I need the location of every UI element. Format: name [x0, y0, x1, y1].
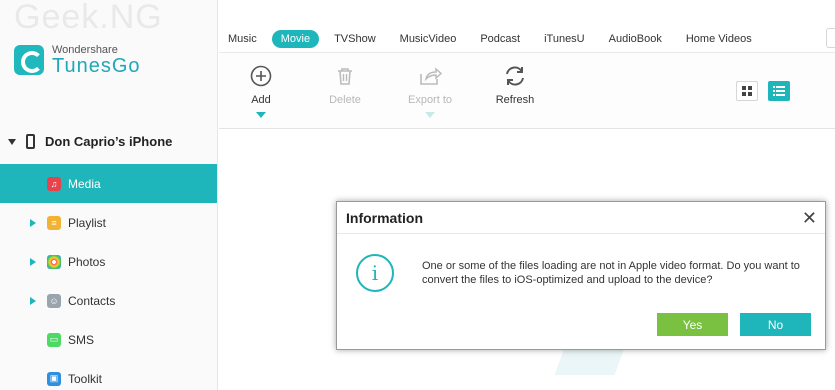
- refresh-button[interactable]: Refresh: [475, 63, 555, 106]
- tab-movie[interactable]: Movie: [271, 30, 320, 48]
- expand-arrow-icon[interactable]: [30, 257, 36, 266]
- sidebar-item-label: SMS: [68, 332, 95, 347]
- sidebar-item-label: Photos: [68, 254, 106, 269]
- photos-icon: [47, 254, 61, 269]
- sidebar-item-label: Media: [68, 176, 101, 191]
- tab-home-videos[interactable]: Home Videos: [677, 30, 761, 48]
- tab-podcast[interactable]: Podcast: [471, 30, 529, 48]
- tab-musicvideo[interactable]: MusicVideo: [391, 30, 466, 48]
- app-logo: Wondershare TunesGo: [14, 44, 141, 76]
- refresh-label: Refresh: [495, 94, 535, 106]
- close-icon[interactable]: ✕: [802, 209, 817, 227]
- add-circle-icon: [221, 63, 301, 89]
- information-dialog: Information ✕ i One or some of the files…: [336, 201, 826, 350]
- tab-tvshow[interactable]: TVShow: [325, 30, 385, 48]
- delete-button[interactable]: Delete: [305, 63, 385, 106]
- export-label: Export to: [407, 94, 453, 106]
- grid-view-button[interactable]: [736, 81, 758, 101]
- yes-button[interactable]: Yes: [657, 313, 728, 336]
- tunesgo-logo-icon: [14, 45, 44, 75]
- sidebar-nav: ♫ Media ≡ Playlist Photos ☺ Contacts ▭ S…: [0, 164, 217, 390]
- sidebar-item-label: Playlist: [68, 215, 107, 230]
- list-icon: [773, 86, 785, 96]
- sidebar-item-playlist[interactable]: ≡ Playlist: [0, 203, 217, 242]
- dialog-body: i One or some of the files loading are n…: [356, 254, 822, 292]
- device-header[interactable]: Don Caprio’s iPhone: [8, 134, 172, 149]
- phone-icon: [26, 134, 35, 149]
- sidebar-item-toolkit[interactable]: ▣ Toolkit: [0, 359, 217, 390]
- sidebar-item-sms[interactable]: ▭ SMS: [0, 320, 217, 359]
- sidebar-item-label: Contacts: [68, 293, 116, 308]
- toolkit-icon: ▣: [47, 371, 61, 386]
- playlist-icon: ≡: [47, 215, 61, 230]
- add-button[interactable]: Add: [221, 63, 301, 118]
- brand-name: TunesGo: [52, 55, 141, 77]
- music-note-icon: ♫: [47, 176, 61, 191]
- sidebar-item-label: Toolkit: [68, 371, 103, 386]
- toolbar: Add Delete Export to Refresh: [219, 53, 835, 129]
- sidebar-item-contacts[interactable]: ☺ Contacts: [0, 281, 217, 320]
- refresh-icon: [475, 63, 555, 89]
- sidebar: Geek.NG Wondershare TunesGo Don Caprio’s…: [0, 0, 218, 390]
- no-button[interactable]: No: [740, 313, 811, 336]
- trash-icon: [305, 63, 385, 89]
- sms-icon: ▭: [47, 332, 61, 347]
- expand-arrow-icon[interactable]: [30, 296, 36, 305]
- dialog-message: One or some of the files loading are not…: [422, 260, 800, 286]
- sidebar-item-media[interactable]: ♫ Media: [0, 164, 217, 203]
- delete-label: Delete: [329, 94, 361, 106]
- export-icon: [390, 63, 470, 89]
- dialog-title: Information: [346, 209, 423, 226]
- tab-itunesu[interactable]: iTunesU: [535, 30, 594, 48]
- watermark: Geek.NG: [14, 0, 163, 36]
- grid-icon: [742, 86, 752, 96]
- search-box-edge[interactable]: [826, 28, 835, 48]
- media-tabs: Music Movie TVShow MusicVideo Podcast iT…: [219, 26, 835, 52]
- export-button[interactable]: Export to: [390, 63, 470, 118]
- add-dropdown-caret-icon[interactable]: [256, 112, 266, 118]
- contacts-icon: ☺: [47, 293, 61, 308]
- device-name: Don Caprio’s iPhone: [45, 134, 173, 149]
- tab-audiobook[interactable]: AudioBook: [600, 30, 671, 48]
- sidebar-item-photos[interactable]: Photos: [0, 242, 217, 281]
- info-icon: i: [356, 254, 394, 292]
- dialog-header: Information ✕: [337, 202, 825, 234]
- export-dropdown-caret-icon[interactable]: [425, 112, 435, 118]
- tab-music[interactable]: Music: [219, 30, 266, 48]
- collapse-arrow-icon[interactable]: [8, 138, 16, 145]
- expand-arrow-icon[interactable]: [30, 218, 36, 227]
- list-view-button[interactable]: [768, 81, 790, 101]
- add-label: Add: [251, 94, 271, 106]
